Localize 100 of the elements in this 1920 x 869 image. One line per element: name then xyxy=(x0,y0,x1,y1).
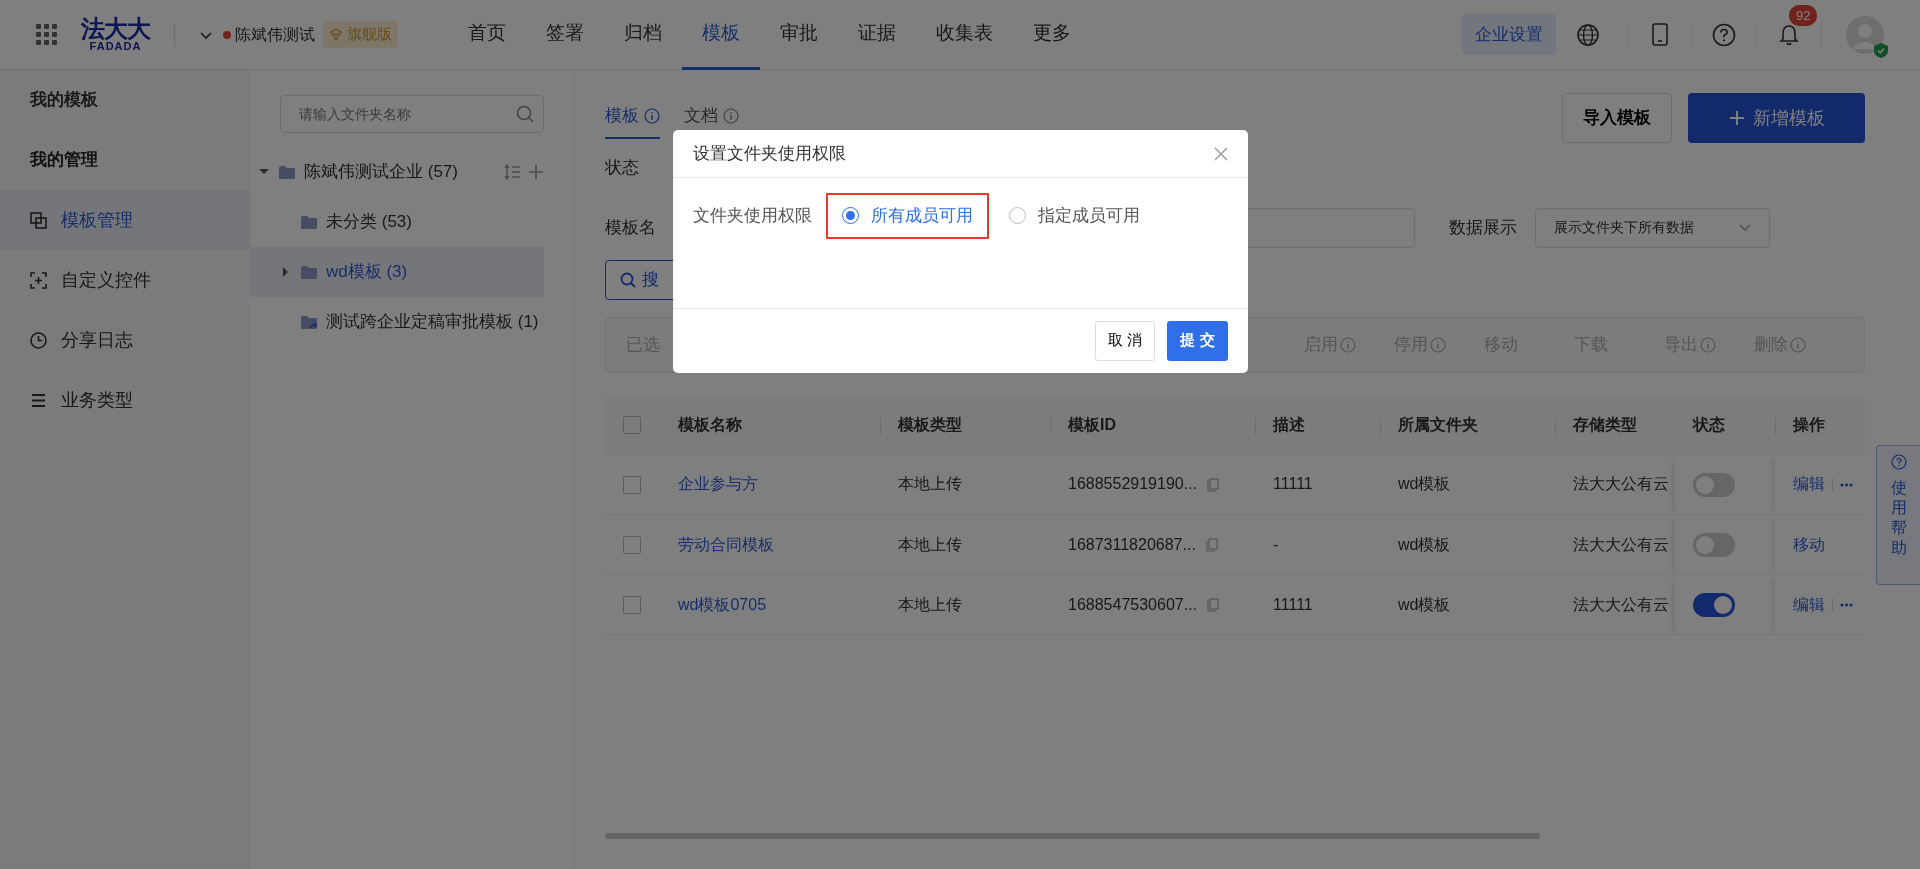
diamond-icon xyxy=(329,28,343,41)
cancel-button[interactable]: 取 消 xyxy=(1095,320,1155,361)
filter-label: 数据展示 xyxy=(1449,216,1517,239)
table-cell: 1687311820687... xyxy=(1068,535,1196,553)
nav-tab[interactable]: 收集表 xyxy=(916,0,1013,70)
folder-icon xyxy=(300,214,318,230)
nav-tab[interactable]: 模板 xyxy=(682,0,760,70)
template-name-link[interactable]: 企业参与方 xyxy=(678,475,758,493)
template-name-link[interactable]: 劳动合同模板 xyxy=(678,535,774,553)
status-toggle[interactable] xyxy=(1693,592,1735,617)
sidebar-heading: 我的模板 xyxy=(29,89,99,112)
folder-search-field[interactable]: 请输入文件夹名称 xyxy=(280,95,544,133)
table-cell: wd模板 xyxy=(1398,595,1451,613)
tab[interactable]: 文档 xyxy=(684,95,739,139)
action-link[interactable]: 移动 xyxy=(1793,535,1825,553)
copy-icon xyxy=(30,211,47,229)
action-link[interactable]: 编辑 xyxy=(1793,595,1825,613)
help-icon xyxy=(1890,454,1907,470)
copy-icon[interactable] xyxy=(1205,538,1218,553)
enterprise-settings-button[interactable]: 企业设置 xyxy=(1462,13,1556,56)
tab[interactable]: 模板 xyxy=(605,95,660,139)
table-cell: wd模板 xyxy=(1398,475,1451,493)
info-icon xyxy=(723,107,739,124)
verified-shield-icon xyxy=(1874,42,1888,58)
status-toggle[interactable] xyxy=(1693,472,1735,497)
sidebar-item[interactable]: 分享日志 xyxy=(0,310,250,370)
edition-badge: 旗舰版 xyxy=(323,21,398,48)
column-header: 模板名称 xyxy=(678,415,742,433)
more-options-icon[interactable] xyxy=(1840,603,1853,608)
action-link[interactable]: 编辑 xyxy=(1793,475,1825,493)
user-avatar[interactable] xyxy=(1846,15,1884,54)
list-icon xyxy=(30,391,47,409)
copy-icon[interactable] xyxy=(1207,598,1219,613)
sidebar-item[interactable]: 模板管理 xyxy=(0,190,250,250)
nav-tab[interactable]: 证据 xyxy=(838,0,916,70)
template-name-link[interactable]: wd模板0705 xyxy=(678,595,767,613)
table-cell: 法大大公有云 xyxy=(1573,595,1669,613)
horizontal-scrollbar[interactable] xyxy=(605,833,1540,839)
row-checkbox[interactable] xyxy=(623,596,641,615)
info-icon xyxy=(644,107,660,124)
radio-option[interactable]: 所有成员可用 xyxy=(826,193,989,239)
company-logo[interactable]: 法大大 FADADA xyxy=(81,17,150,52)
folder-icon xyxy=(278,164,296,180)
sidebar-item[interactable]: 自定义控件 xyxy=(0,250,250,310)
import-template-button[interactable]: 导入模板 xyxy=(1562,93,1672,143)
search-icon[interactable] xyxy=(516,105,534,123)
nav-tab[interactable]: 审批 xyxy=(760,0,838,70)
table-cell: 本地上传 xyxy=(898,595,962,613)
info-icon xyxy=(1430,336,1446,353)
column-header: 模板ID xyxy=(1068,415,1116,433)
table-cell: 本地上传 xyxy=(898,535,962,553)
apps-grid-icon[interactable] xyxy=(36,24,57,45)
status-toggle[interactable] xyxy=(1693,532,1735,557)
select-all-checkbox[interactable] xyxy=(623,416,641,435)
notification-count-badge: 92 xyxy=(1789,4,1818,26)
nav-tab[interactable]: 更多 xyxy=(1013,0,1091,70)
copy-icon[interactable] xyxy=(1207,478,1219,492)
clock-icon xyxy=(30,331,47,349)
table-cell: wd模板 xyxy=(1398,535,1451,553)
sidebar-item[interactable]: 业务类型 xyxy=(0,370,250,430)
help-icon[interactable] xyxy=(1712,22,1736,47)
folder-tree-item[interactable]: 陈斌伟测试企业 (57) xyxy=(250,147,544,197)
table-cell: 法大大公有云 xyxy=(1573,475,1669,493)
nav-tab[interactable]: 首页 xyxy=(448,0,526,70)
notification-bell-icon[interactable] xyxy=(1777,22,1801,47)
close-icon[interactable] xyxy=(1214,146,1228,161)
column-header: 描述 xyxy=(1273,415,1305,433)
chevron-down-icon xyxy=(1739,223,1751,232)
column-header: 所属文件夹 xyxy=(1398,415,1478,433)
globe-icon[interactable] xyxy=(1576,22,1600,47)
add-icon[interactable] xyxy=(528,164,544,180)
folder-icon xyxy=(300,264,318,280)
help-side-tab[interactable]: 使用帮助 xyxy=(1876,445,1920,585)
row-checkbox[interactable] xyxy=(623,536,641,555)
table-cell: 11111 xyxy=(1273,475,1313,493)
nav-tab[interactable]: 归档 xyxy=(604,0,682,70)
column-header: 存储类型 xyxy=(1573,415,1637,433)
status-dot-icon xyxy=(223,30,231,39)
dialog-title: 设置文件夹使用权限 xyxy=(693,142,846,165)
row-checkbox[interactable] xyxy=(623,476,641,494)
folder-tree-item[interactable]: 测试跨企业定稿审批模板 (1) xyxy=(250,297,544,347)
more-options-icon[interactable] xyxy=(1840,483,1853,487)
info-icon xyxy=(1700,336,1716,353)
table-cell: 本地上传 xyxy=(898,475,962,493)
sidebar-heading: 我的管理 xyxy=(29,149,99,172)
new-template-button[interactable]: 新增模板 xyxy=(1688,93,1865,143)
company-name[interactable]: 陈斌伟测试 xyxy=(235,22,315,47)
field-label: 文件夹使用权限 xyxy=(693,205,812,227)
table-cell: 法大大公有云 xyxy=(1573,535,1669,553)
filter-label: 状态 xyxy=(605,157,639,179)
folder-tree-item[interactable]: wd模板 (3) xyxy=(250,247,544,297)
data-display-select[interactable]: 展示文件夹下所有数据 xyxy=(1535,207,1770,248)
filter-label: 模板名 xyxy=(605,216,656,239)
submit-button[interactable]: 提 交 xyxy=(1167,320,1228,361)
folder-tree-item[interactable]: 未分类 (53) xyxy=(250,197,544,247)
plus-icon xyxy=(1728,110,1745,126)
mobile-phone-icon[interactable] xyxy=(1649,22,1671,47)
sort-icon[interactable] xyxy=(504,164,520,180)
nav-tab[interactable]: 签署 xyxy=(526,0,604,70)
radio-option[interactable]: 指定成员可用 xyxy=(993,193,1156,239)
